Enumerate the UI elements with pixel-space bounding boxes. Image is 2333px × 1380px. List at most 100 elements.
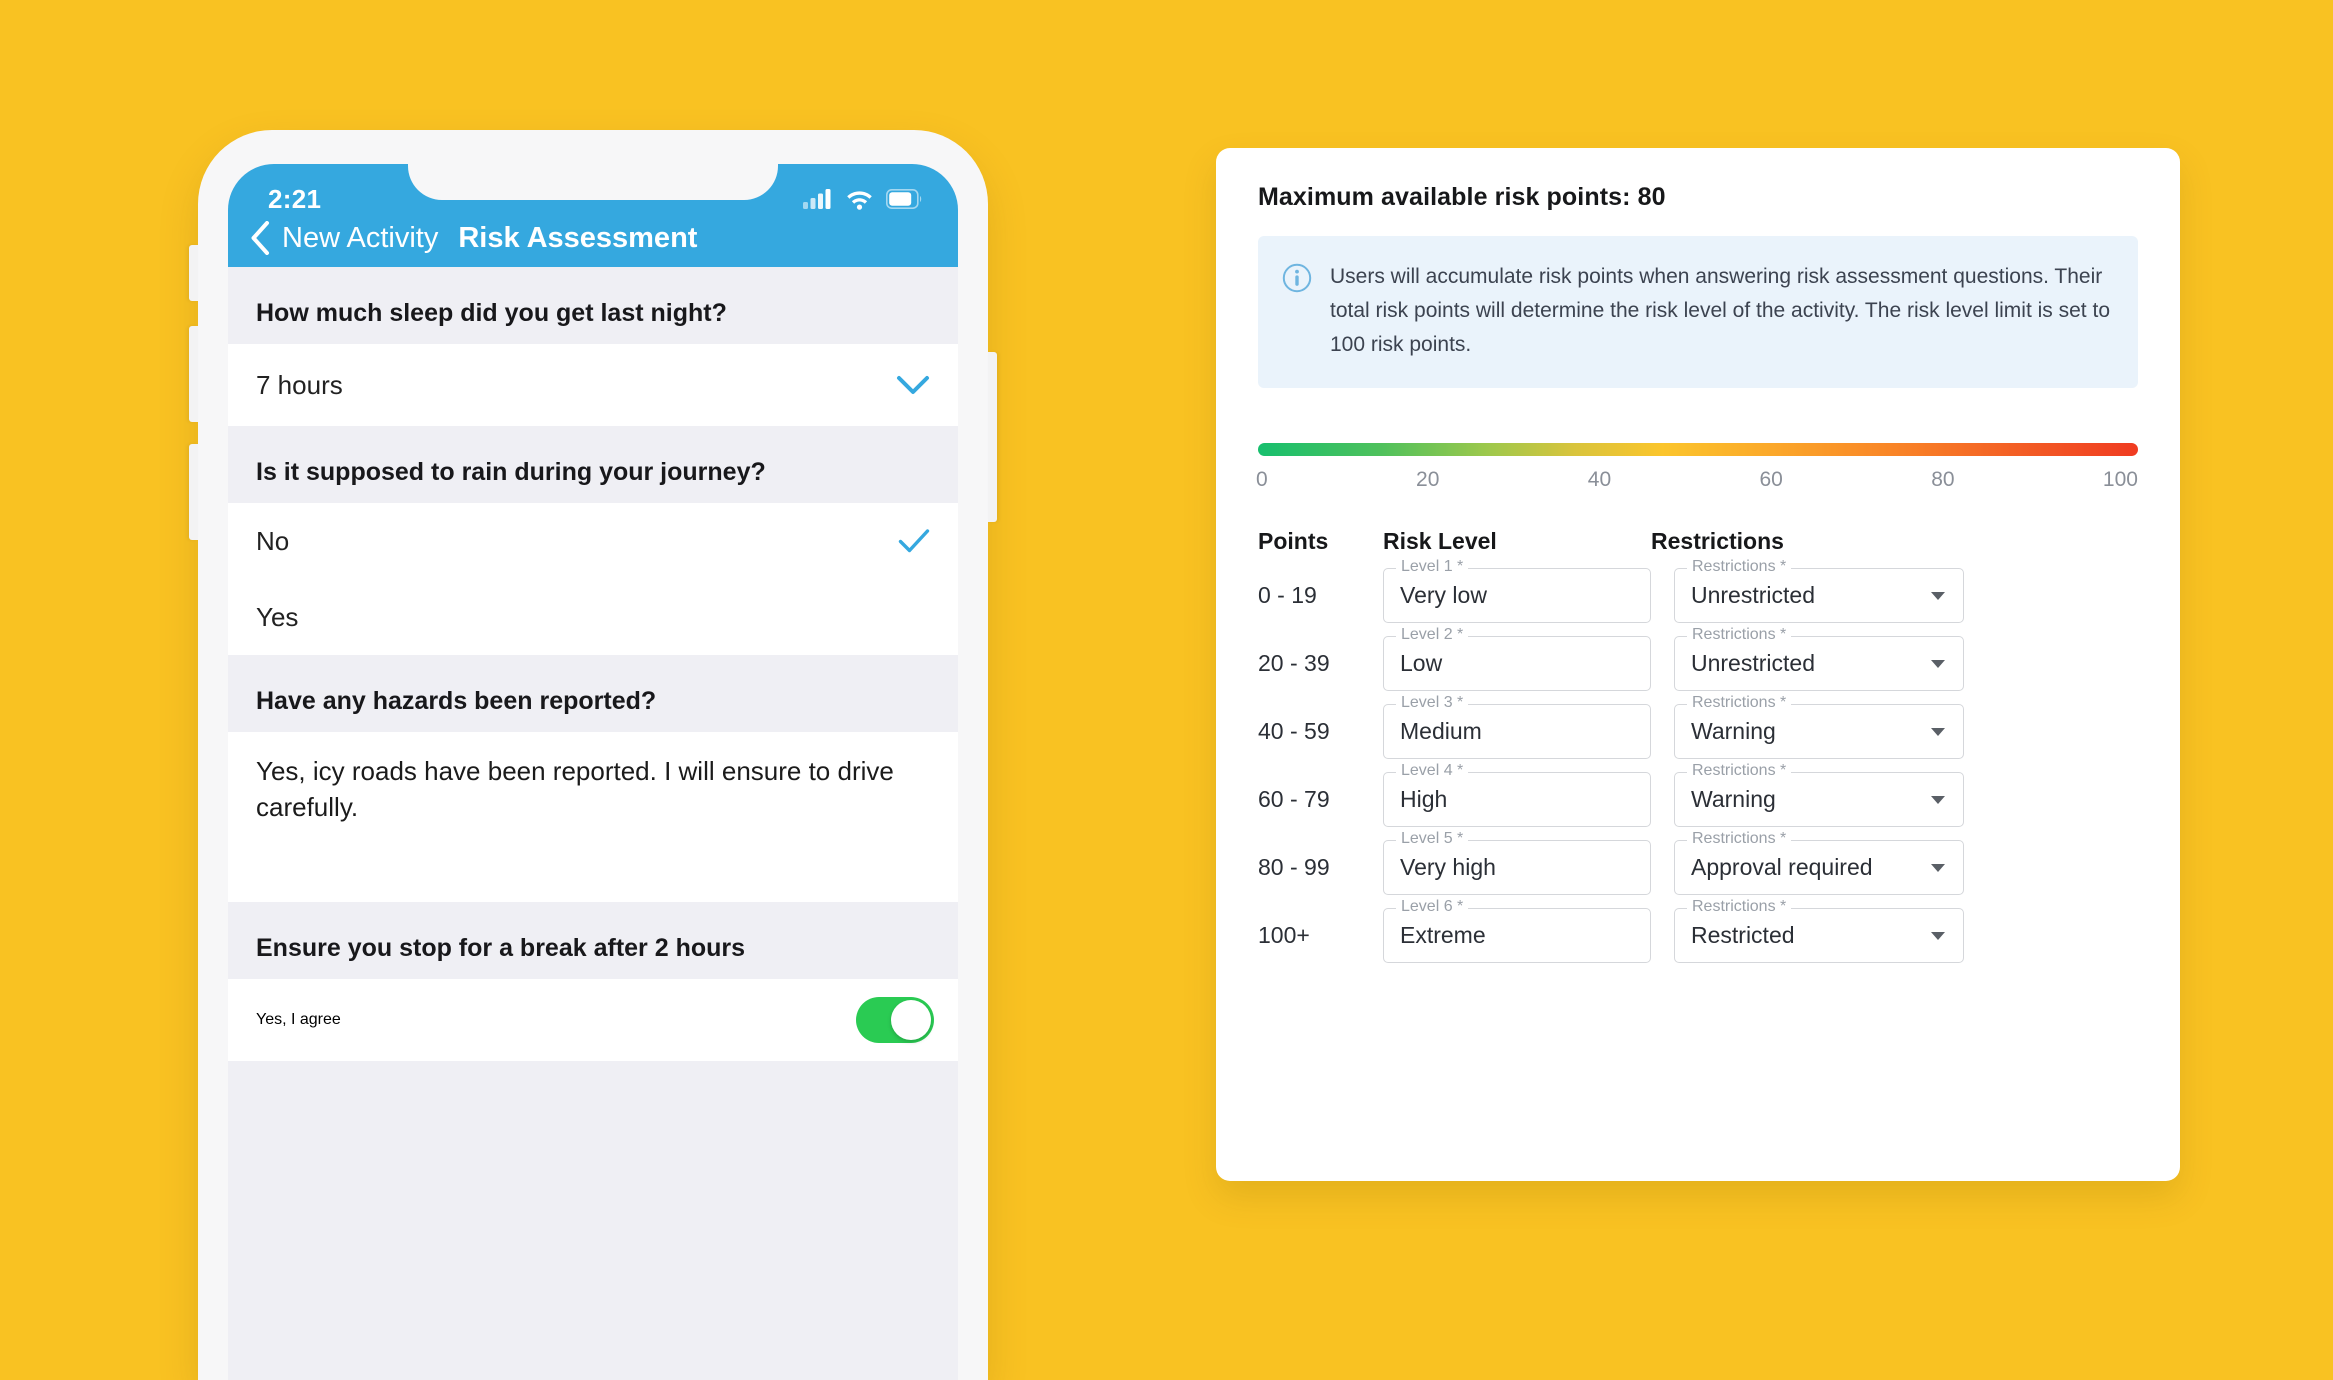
level-input-2[interactable]: Level 2 * Low — [1383, 626, 1651, 692]
header-restrictions: Restrictions — [1651, 528, 1784, 555]
phone-silent-switch[interactable] — [189, 245, 198, 301]
header-risk-level: Risk Level — [1383, 528, 1497, 555]
row-points: 0 - 19 — [1258, 582, 1317, 609]
level-input-value: High — [1400, 786, 1448, 813]
question-label: Is it supposed to rain during your journ… — [256, 458, 766, 486]
level-input-1[interactable]: Level 1 * Very low — [1383, 558, 1651, 624]
restriction-select-5[interactable]: Restrictions * Approval required — [1674, 830, 1964, 896]
table-row: 20 - 39 Level 2 * Low Restrictions * Unr… — [1258, 626, 2138, 692]
break-agree-label: Yes, I agree — [256, 1011, 341, 1028]
question-break: Ensure you stop for a break after 2 hour… — [228, 934, 958, 1061]
info-banner-text: Users will accumulate risk points when a… — [1330, 265, 2110, 357]
battery-icon — [886, 189, 922, 209]
restriction-select-label: Restrictions * — [1687, 626, 1792, 645]
row-points: 80 - 99 — [1258, 854, 1330, 881]
level-input-5[interactable]: Level 5 * Very high — [1383, 830, 1651, 896]
restriction-select-label: Restrictions * — [1687, 762, 1792, 781]
question-label: Have any hazards been reported? — [256, 687, 657, 715]
caret-down-icon — [1931, 591, 1945, 600]
cellular-signal-icon — [803, 189, 831, 209]
question-rain: Is it supposed to rain during your journ… — [228, 458, 958, 655]
hazards-textarea[interactable]: Yes, icy roads have been reported. I wil… — [228, 732, 958, 902]
restriction-select-2[interactable]: Restrictions * Unrestricted — [1674, 626, 1964, 692]
phone-power-button[interactable] — [988, 352, 997, 522]
table-row: 80 - 99 Level 5 * Very high Restrictions… — [1258, 830, 2138, 896]
level-input-value: Medium — [1400, 718, 1482, 745]
level-input-6[interactable]: Level 6 * Extreme — [1383, 898, 1651, 964]
caret-down-icon — [1931, 795, 1945, 804]
phone-mockup: 2:21 New Activity Risk Assessment How mu… — [189, 130, 997, 1380]
level-input-label: Level 1 * — [1396, 558, 1469, 577]
restriction-select-value: Unrestricted — [1691, 650, 1815, 677]
level-input-value: Low — [1400, 650, 1443, 677]
level-input-label: Level 6 * — [1396, 898, 1469, 917]
level-input-label: Level 4 * — [1396, 762, 1469, 781]
toggle-knob — [891, 1000, 931, 1040]
restriction-select-1[interactable]: Restrictions * Unrestricted — [1674, 558, 1964, 624]
info-banner: Users will accumulate risk points when a… — [1258, 236, 2138, 389]
restriction-select-label: Restrictions * — [1687, 830, 1792, 849]
scale-tick: 100 — [2102, 468, 2138, 492]
hazards-textarea-value: Yes, icy roads have been reported. I wil… — [256, 756, 894, 822]
status-icons — [803, 188, 922, 210]
scale-tick: 0 — [1256, 468, 1268, 492]
caret-down-icon — [1931, 659, 1945, 668]
table-row: 40 - 59 Level 3 * Medium Restrictions * … — [1258, 694, 2138, 760]
restriction-select-4[interactable]: Restrictions * Warning — [1674, 762, 1964, 828]
table-row: 100+ Level 6 * Extreme Restrictions * Re… — [1258, 898, 2138, 964]
card-title: Maximum available risk points: 80 — [1258, 183, 1666, 211]
restriction-select-value: Restricted — [1691, 922, 1795, 949]
restriction-select-label: Restrictions * — [1687, 898, 1792, 917]
risk-settings-card: Maximum available risk points: 80 Users … — [1216, 148, 2180, 1181]
nav-bar: New Activity Risk Assessment — [228, 209, 958, 267]
risk-scale-ticks: 0 20 40 60 80 100 — [1256, 468, 2138, 492]
wifi-icon — [847, 191, 872, 210]
chevron-down-icon — [897, 376, 929, 394]
rain-option-label: Yes — [256, 601, 299, 632]
sleep-select[interactable]: 7 hours — [228, 344, 958, 426]
restriction-select-value: Warning — [1691, 786, 1776, 813]
level-input-label: Level 5 * — [1396, 830, 1469, 849]
back-label[interactable]: New Activity — [282, 222, 438, 255]
check-icon — [898, 529, 930, 553]
table-row: 0 - 19 Level 1 * Very low Restrictions *… — [1258, 558, 2138, 624]
rain-option-yes[interactable]: Yes — [228, 579, 958, 655]
level-input-label: Level 3 * — [1396, 694, 1469, 713]
sleep-select-value: 7 hours — [256, 369, 343, 400]
chevron-left-icon — [251, 221, 269, 255]
caret-down-icon — [1931, 863, 1945, 872]
scale-tick: 40 — [1587, 468, 1612, 492]
level-input-label: Level 2 * — [1396, 626, 1469, 645]
app-header: 2:21 New Activity Risk Assessment — [228, 164, 958, 267]
restriction-select-value: Unrestricted — [1691, 582, 1815, 609]
table-row: 60 - 79 Level 4 * High Restrictions * Wa… — [1258, 762, 2138, 828]
risk-table-header: Points Risk Level Restrictions — [1258, 528, 2138, 555]
level-input-value: Very high — [1400, 854, 1496, 881]
question-sleep: How much sleep did you get last night? 7… — [228, 299, 958, 426]
level-input-value: Extreme — [1400, 922, 1486, 949]
row-points: 20 - 39 — [1258, 650, 1330, 677]
row-points: 60 - 79 — [1258, 786, 1330, 813]
break-agree-toggle[interactable] — [856, 997, 934, 1043]
question-label: How much sleep did you get last night? — [256, 299, 727, 327]
risk-gradient-bar — [1258, 443, 2138, 457]
level-input-4[interactable]: Level 4 * High — [1383, 762, 1651, 828]
restriction-select-6[interactable]: Restrictions * Restricted — [1674, 898, 1964, 964]
phone-screen: 2:21 New Activity Risk Assessment How mu… — [228, 164, 958, 1380]
break-agree-row[interactable]: Yes, I agree — [228, 979, 958, 1061]
risk-assessment-form: How much sleep did you get last night? 7… — [228, 299, 958, 1061]
level-input-3[interactable]: Level 3 * Medium — [1383, 694, 1651, 760]
restriction-select-3[interactable]: Restrictions * Warning — [1674, 694, 1964, 760]
phone-volume-up-button[interactable] — [189, 326, 198, 422]
risk-scale: 0 20 40 60 80 100 — [1256, 443, 2138, 492]
caret-down-icon — [1931, 931, 1945, 940]
question-hazards: Have any hazards been reported? Yes, icy… — [228, 687, 958, 902]
info-icon — [1282, 263, 1312, 293]
rain-option-no[interactable]: No — [228, 503, 958, 579]
restriction-select-value: Warning — [1691, 718, 1776, 745]
back-button[interactable] — [250, 221, 270, 255]
phone-volume-down-button[interactable] — [189, 444, 198, 540]
question-label: Ensure you stop for a break after 2 hour… — [256, 934, 746, 962]
restriction-select-value: Approval required — [1691, 854, 1873, 881]
header-points: Points — [1258, 528, 1329, 555]
